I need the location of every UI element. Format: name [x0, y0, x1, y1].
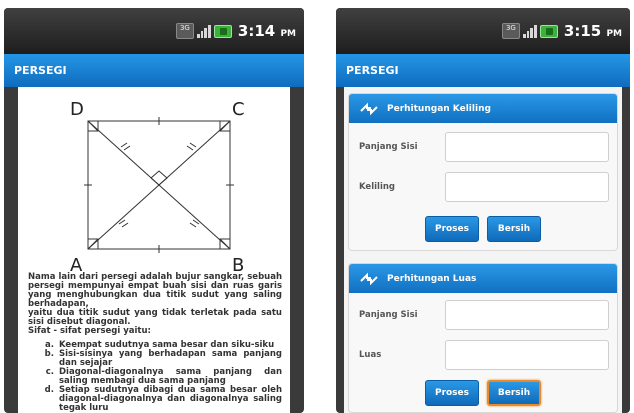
perimeter-buttons: Proses Bersih [349, 216, 617, 242]
area-card: Perhitungan Luas Panjang Sisi Luas Prose… [348, 263, 618, 413]
side-length-label: Panjang Sisi [359, 142, 418, 152]
status-icons: 3G [501, 23, 558, 39]
side-length-label: Panjang Sisi [359, 310, 418, 320]
status-time: 3:15 PM [563, 22, 622, 40]
right-phone-screen: 3G 3:15 PM PERSEGI Perhitungan Keliling … [336, 8, 630, 413]
signal-icon [196, 24, 211, 38]
perimeter-result-field[interactable] [445, 172, 609, 202]
app-title-bar: PERSEGI [4, 54, 304, 87]
left-phone-screen: 3G 3:14 PM PERSEGI D C A B Nama lain dar… [4, 8, 304, 413]
calculator-arrows-icon [360, 272, 378, 285]
square-diagram: D C A B [70, 99, 245, 276]
status-bar: 3G 3:14 PM [4, 8, 304, 54]
list-item: b. Sisi-sisinya yang berhadapan sama panj… [44, 349, 282, 368]
perimeter-side-row: Panjang Sisi [359, 132, 609, 162]
battery-icon [539, 24, 558, 38]
perimeter-card-header: Perhitungan Keliling [349, 94, 617, 123]
status-bar: 3G 3:15 PM [336, 8, 630, 54]
network-3g-icon: 3G [501, 23, 520, 39]
calculator-arrows-icon [360, 102, 378, 115]
perimeter-clear-button[interactable]: Bersih [487, 216, 541, 242]
perimeter-card: Perhitungan Keliling Panjang Sisi Kelili… [348, 93, 618, 251]
area-buttons: Proses Bersih [349, 380, 617, 406]
perimeter-card-title: Perhitungan Keliling [387, 103, 491, 114]
area-label: Luas [359, 350, 382, 360]
area-result-row: Luas [359, 340, 609, 370]
square-info-content: D C A B Nama lain dari persegi adalah bu… [18, 87, 290, 413]
network-3g-icon: 3G [175, 23, 194, 39]
properties-list: a. Keempat sudutnya sama besar dan siku-s… [28, 341, 282, 413]
square-description: Nama lain dari persegi adalah bujur sang… [28, 273, 282, 413]
description-paragraph: yaitu dua titik sudut yang tidak terleta… [28, 308, 282, 327]
perimeter-result-row: Keliling [359, 172, 609, 202]
list-item: d. Setiap sudutnya dibagi dua sama besar … [44, 385, 282, 413]
perimeter-process-button[interactable]: Proses [425, 216, 479, 242]
area-card-title: Perhitungan Luas [387, 273, 477, 284]
area-process-button[interactable]: Proses [425, 380, 479, 406]
area-side-input[interactable] [445, 300, 609, 330]
vertex-label-c: C [232, 99, 245, 120]
signal-icon [522, 24, 537, 38]
area-result-field[interactable] [445, 340, 609, 370]
description-paragraph: Nama lain dari persegi adalah bujur sang… [28, 272, 282, 309]
status-time: 3:14 PM [237, 22, 296, 40]
area-clear-button[interactable]: Bersih [487, 380, 541, 406]
perimeter-side-input[interactable] [445, 132, 609, 162]
calculator-content: Perhitungan Keliling Panjang Sisi Kelili… [344, 87, 622, 413]
area-card-header: Perhitungan Luas [349, 264, 617, 293]
app-title-bar: PERSEGI [336, 54, 630, 87]
status-icons: 3G [175, 23, 232, 39]
properties-title: Sifat - sifat persegi yaitu: [28, 326, 151, 336]
list-item: c. Diagonal-diagonalnya sama panjang dan … [45, 367, 282, 386]
vertex-label-d: D [70, 99, 84, 120]
area-side-row: Panjang Sisi [359, 300, 609, 330]
perimeter-label: Keliling [359, 182, 395, 192]
battery-icon [213, 24, 232, 38]
